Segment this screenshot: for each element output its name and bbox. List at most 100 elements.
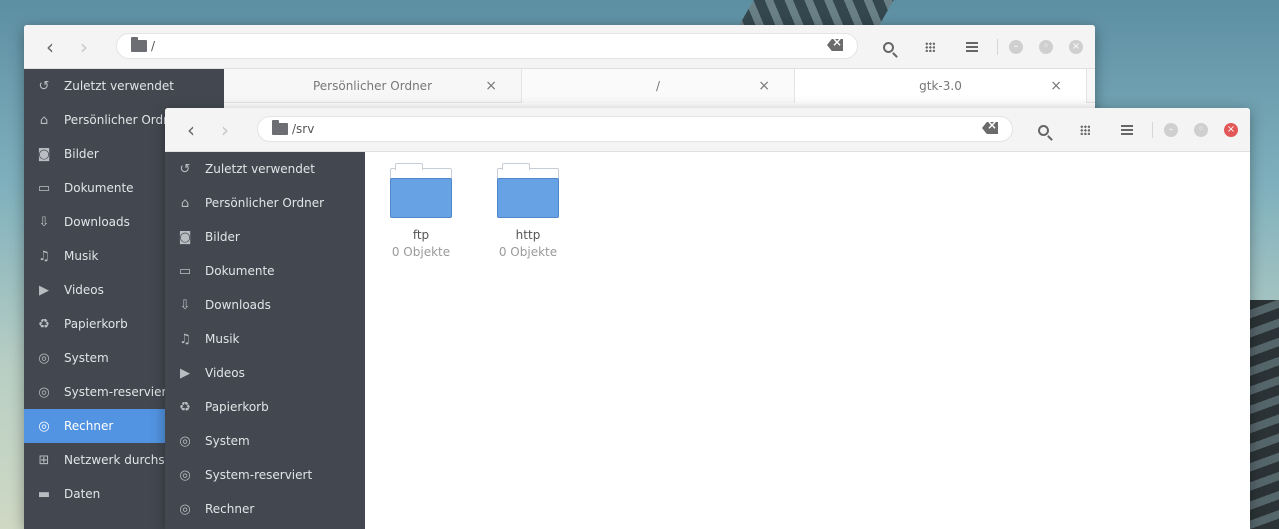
front-headerbar: ‹ › /srv – ◦ ×: [165, 108, 1250, 152]
maximize-button[interactable]: ◦: [1194, 123, 1208, 137]
sidebar-item-label: Bilder: [205, 230, 240, 244]
network-icon: ⊞: [38, 452, 50, 468]
clear-location-icon[interactable]: [827, 39, 843, 51]
sidebar-item-label: Persönlicher Ordner: [205, 196, 325, 210]
download-icon: ⇩: [38, 214, 50, 230]
separator: [997, 39, 998, 55]
minimize-button[interactable]: –: [1009, 40, 1023, 54]
folder-icon: [390, 163, 452, 218]
file-name: http: [515, 228, 541, 242]
location-bar[interactable]: /: [116, 33, 858, 59]
computer-icon: ◎: [38, 418, 50, 434]
home-icon: ⌂: [180, 195, 190, 211]
camera-icon: ◙: [178, 229, 192, 245]
tab-home[interactable]: Persönlicher Ordner ×: [224, 69, 522, 103]
search-icon: [1037, 124, 1049, 136]
location-path: /: [151, 39, 156, 53]
grid-icon: [1080, 125, 1090, 135]
sidebar-item-papierkorb[interactable]: ♻ Papierkorb: [165, 390, 365, 424]
sidebar-item-label: Dokumente: [205, 264, 275, 278]
sidebar-item-system[interactable]: ◎ System: [165, 424, 365, 458]
hamburger-icon: [966, 42, 978, 52]
tab-gtk3[interactable]: gtk-3.0 ×: [795, 69, 1087, 103]
tab-label: Persönlicher Ordner: [312, 79, 433, 93]
document-icon: ▭: [37, 180, 51, 196]
file-item-count: 0 Objekte: [498, 245, 558, 259]
forward-button[interactable]: ›: [210, 115, 240, 145]
sidebar-item-videos[interactable]: ▶ Videos: [165, 356, 365, 390]
sidebar-item-bilder[interactable]: ◙ Bilder: [165, 220, 365, 254]
tab-label: /: [655, 79, 661, 93]
sidebar-item-label: Papierkorb: [205, 400, 269, 414]
search-button[interactable]: [873, 32, 903, 62]
menu-button[interactable]: [1112, 115, 1142, 145]
menu-button[interactable]: [957, 32, 987, 62]
sidebar-item-label: Daten: [64, 487, 101, 501]
sidebar-item-label: Musik: [64, 249, 99, 263]
sidebar-item-label: Papierkorb: [64, 317, 128, 331]
folder-icon: [497, 163, 559, 218]
camera-icon: ◙: [37, 146, 51, 162]
home-icon: ⌂: [39, 112, 49, 128]
sidebar-item-rechner[interactable]: ◎ Rechner: [165, 492, 365, 526]
drive-icon: ◎: [38, 384, 50, 400]
minimize-button[interactable]: –: [1164, 123, 1178, 137]
forward-button[interactable]: ›: [69, 32, 99, 62]
tab-close-icon[interactable]: ×: [758, 78, 770, 94]
sidebar-item-label: System-reserviert: [205, 468, 313, 482]
history-icon: ↺: [38, 78, 50, 94]
sidebar-item-label: System: [64, 351, 109, 365]
file-item-count: 0 Objekte: [391, 245, 451, 259]
sidebar-item-label: Zuletzt verwendet: [205, 162, 315, 176]
folder-http[interactable]: http 0 Objekte: [483, 163, 573, 259]
music-icon: ♫: [179, 331, 191, 347]
sidebar-item-label: Videos: [64, 283, 104, 297]
folder-icon: ▬: [37, 486, 51, 502]
sidebar-item-musik[interactable]: ♫ Musik: [165, 322, 365, 356]
sidebar-item-persönlicher-ordner[interactable]: ⌂ Persönlicher Ordner: [165, 186, 365, 220]
sidebar-item-label: Downloads: [205, 298, 271, 312]
sidebar-item-zuletzt-verwendet[interactable]: ↺ Zuletzt verwendet: [165, 152, 365, 186]
sidebar-item-label: Downloads: [64, 215, 130, 229]
grid-icon: [925, 42, 935, 52]
video-icon: ▶: [39, 282, 49, 298]
front-sidebar: ↺ Zuletzt verwendet ⌂ Persönlicher Ordner ◙ B…: [165, 152, 365, 529]
back-button[interactable]: ‹: [35, 32, 65, 62]
close-button[interactable]: ×: [1224, 123, 1238, 137]
view-toggle-button[interactable]: [915, 32, 945, 62]
sidebar-item-system-reserviert[interactable]: ◎ System-reserviert: [165, 458, 365, 492]
tab-root[interactable]: / ×: [522, 69, 795, 103]
sidebar-item-label: System: [205, 434, 250, 448]
tab-close-icon[interactable]: ×: [485, 78, 497, 94]
sidebar-item-label: Rechner: [64, 419, 114, 433]
drive-icon: ◎: [179, 433, 191, 449]
sidebar-item-downloads[interactable]: ⇩ Downloads: [165, 288, 365, 322]
file-name: ftp: [412, 228, 430, 242]
document-icon: ▭: [178, 263, 192, 279]
music-icon: ♫: [38, 248, 50, 264]
clear-location-icon[interactable]: [982, 122, 998, 134]
trash-icon: ♻: [38, 316, 50, 332]
background-building: [1248, 300, 1279, 529]
computer-icon: ◎: [179, 501, 191, 517]
search-button[interactable]: [1028, 115, 1058, 145]
folder-ftp[interactable]: ftp 0 Objekte: [376, 163, 466, 259]
maximize-button[interactable]: ◦: [1039, 40, 1053, 54]
tab-close-icon[interactable]: ×: [1050, 78, 1062, 94]
video-icon: ▶: [180, 365, 190, 381]
hamburger-icon: [1121, 125, 1133, 135]
sidebar-item-label: Musik: [205, 332, 240, 346]
back-headerbar: ‹ › / – ◦ ×: [24, 25, 1095, 69]
location-bar[interactable]: /srv: [257, 116, 1013, 142]
sidebar-item-zuletzt-verwendet[interactable]: ↺ Zuletzt verwendet: [24, 69, 224, 103]
folder-icon: [131, 37, 147, 52]
sidebar-item-label: Videos: [205, 366, 245, 380]
sidebar-item-label: System-reserviert: [64, 385, 172, 399]
sidebar-item-dokumente[interactable]: ▭ Dokumente: [165, 254, 365, 288]
view-toggle-button[interactable]: [1070, 115, 1100, 145]
back-button[interactable]: ‹: [176, 115, 206, 145]
drive-icon: ◎: [38, 350, 50, 366]
close-button[interactable]: ×: [1069, 40, 1083, 54]
download-icon: ⇩: [179, 297, 191, 313]
tab-bar: Persönlicher Ordner × / × gtk-3.0 ×: [224, 69, 1095, 103]
